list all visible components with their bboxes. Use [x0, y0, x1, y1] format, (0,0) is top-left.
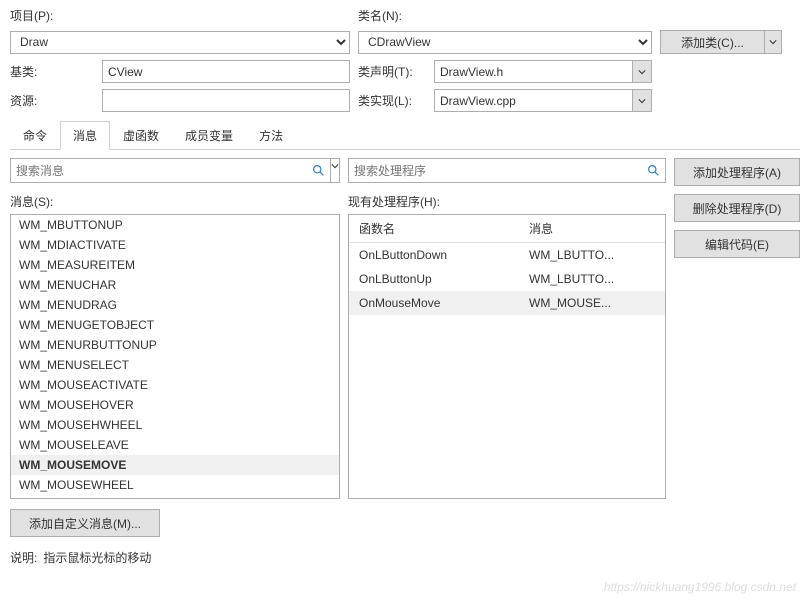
message-item[interactable]: WM_MENUCHAR — [11, 275, 339, 295]
add-class-button[interactable]: 添加类(C)... — [660, 30, 764, 54]
class-impl-label: 类实现(L): — [358, 92, 426, 109]
add-class-dropdown-button[interactable] — [764, 30, 782, 54]
chevron-down-icon — [638, 97, 646, 105]
handler-msg: WM_LBUTTO... — [519, 245, 665, 265]
class-decl-label: 类声明(T): — [358, 63, 426, 80]
message-item[interactable]: WM_MOUSELEAVE — [11, 435, 339, 455]
search-handlers-box[interactable] — [348, 158, 666, 183]
message-item[interactable]: WM_MENUGETOBJECT — [11, 315, 339, 335]
project-label: 项目(P): — [10, 7, 53, 24]
search-icon[interactable] — [306, 159, 330, 182]
class-impl-dropdown-button[interactable] — [632, 89, 652, 112]
chevron-down-icon — [331, 162, 339, 170]
class-name-select[interactable]: CDrawView — [358, 31, 652, 54]
handler-func: OnLButtonDown — [349, 245, 519, 265]
message-item[interactable]: WM_MOUSEACTIVATE — [11, 375, 339, 395]
project-select[interactable]: Draw — [10, 31, 350, 54]
message-item[interactable]: WM_MDIACTIVATE — [11, 235, 339, 255]
search-handlers-input[interactable] — [349, 159, 641, 182]
search-messages-dropdown-button[interactable] — [330, 159, 339, 182]
handler-func: OnLButtonUp — [349, 269, 519, 289]
message-item[interactable]: WM_MOUSEMOVE — [11, 455, 339, 475]
column-func-name[interactable]: 函数名 — [349, 215, 519, 242]
class-decl-field[interactable] — [434, 60, 632, 83]
class-impl-field[interactable] — [434, 89, 632, 112]
message-item[interactable]: WM_MOUSEHWHEEL — [11, 415, 339, 435]
handlers-table[interactable]: 函数名 消息 OnLButtonDownWM_LBUTTO...OnLButto… — [348, 214, 666, 499]
description-text: 指示鼠标光标的移动 — [43, 549, 151, 566]
base-class-field[interactable] — [102, 60, 350, 83]
tab-4[interactable]: 方法 — [246, 121, 296, 150]
message-item[interactable]: WM_MEASUREITEM — [11, 255, 339, 275]
tab-0[interactable]: 命令 — [10, 121, 60, 150]
handler-msg: WM_LBUTTO... — [519, 269, 665, 289]
search-messages-box[interactable] — [10, 158, 340, 183]
class-decl-dropdown-button[interactable] — [632, 60, 652, 83]
handler-msg: WM_MOUSE... — [519, 293, 665, 313]
base-class-label: 基类: — [10, 63, 94, 80]
chevron-down-icon — [769, 38, 777, 46]
handler-row[interactable]: OnLButtonDownWM_LBUTTO... — [349, 243, 665, 267]
add-custom-message-button[interactable]: 添加自定义消息(M)... — [10, 509, 160, 537]
search-icon[interactable] — [641, 159, 665, 182]
search-messages-input[interactable] — [11, 159, 306, 182]
edit-code-button[interactable]: 编辑代码(E) — [674, 230, 800, 258]
column-message[interactable]: 消息 — [519, 215, 665, 242]
tab-1[interactable]: 消息 — [60, 121, 110, 150]
delete-handler-button[interactable]: 删除处理程序(D) — [674, 194, 800, 222]
add-handler-button[interactable]: 添加处理程序(A) — [674, 158, 800, 186]
handlers-section-label: 现有处理程序(H): — [348, 193, 666, 210]
handler-func: OnMouseMove — [349, 293, 519, 313]
chevron-down-icon — [638, 68, 646, 76]
description-label: 说明: — [10, 549, 37, 566]
class-name-label: 类名(N): — [358, 7, 402, 24]
handler-row[interactable]: OnLButtonUpWM_LBUTTO... — [349, 267, 665, 291]
message-item[interactable]: WM_MENURBUTTONUP — [11, 335, 339, 355]
message-item[interactable]: WM_MENUSELECT — [11, 355, 339, 375]
resource-label: 资源: — [10, 92, 94, 109]
tab-3[interactable]: 成员变量 — [172, 121, 246, 150]
message-item[interactable]: WM_MOUSEWHEEL — [11, 475, 339, 495]
messages-listbox[interactable]: WM_MBUTTONUPWM_MDIACTIVATEWM_MEASUREITEM… — [10, 214, 340, 499]
handler-row[interactable]: OnMouseMoveWM_MOUSE... — [349, 291, 665, 315]
message-item[interactable]: WM_MENUDRAG — [11, 295, 339, 315]
messages-section-label: 消息(S): — [10, 193, 340, 210]
resource-field[interactable] — [102, 89, 350, 112]
message-item[interactable]: WM_MBUTTONUP — [11, 215, 339, 235]
tabs: 命令消息虚函数成员变量方法 — [10, 120, 800, 150]
message-item[interactable]: WM_MOUSEHOVER — [11, 395, 339, 415]
tab-2[interactable]: 虚函数 — [110, 121, 172, 150]
watermark: https://nickhuang1996.blog.csdn.net — [604, 580, 796, 594]
